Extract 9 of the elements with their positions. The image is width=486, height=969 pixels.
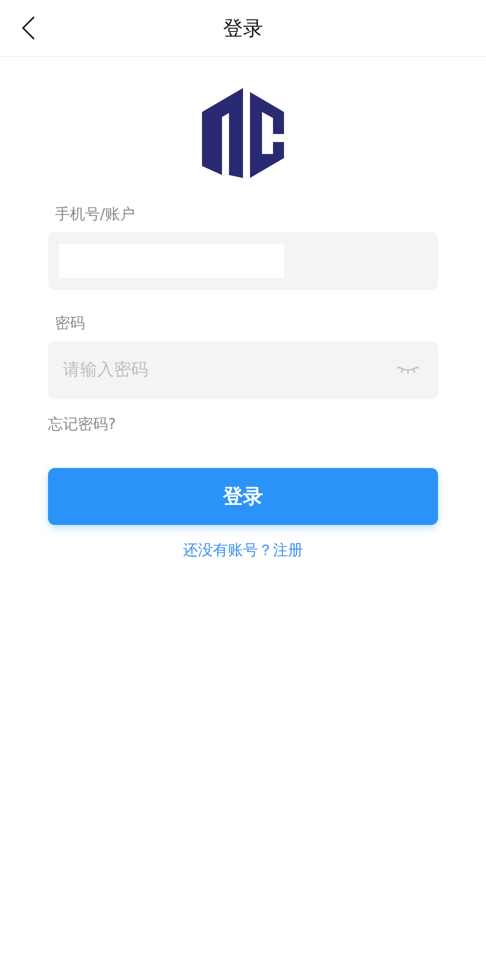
page-title: 登录 [223,14,263,42]
forgot-password-link[interactable]: 忘记密码? [48,415,116,434]
login-button[interactable]: 登录 [48,468,438,525]
register-link[interactable]: 还没有账号？注册 [183,541,303,560]
field-label: 密码 [55,314,86,333]
back-icon[interactable] [21,16,35,40]
closed-eye-icon[interactable] [397,365,419,375]
logo-icon [201,87,285,179]
field-label: 手机号/账户 [55,205,136,224]
